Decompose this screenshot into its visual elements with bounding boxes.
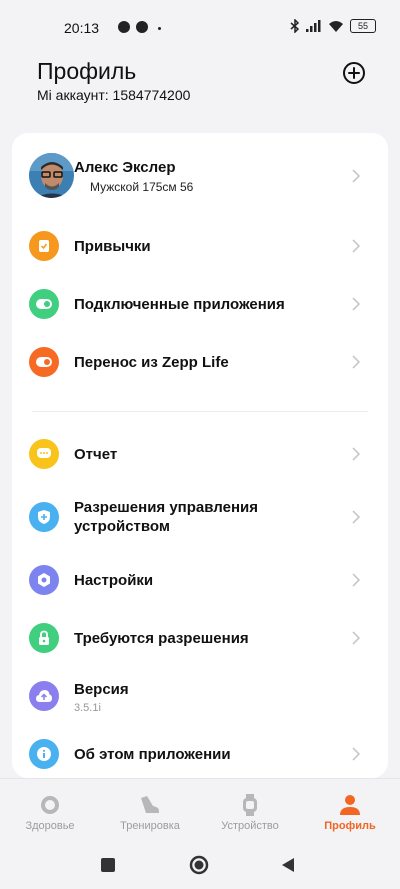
chevron-right-icon [352, 239, 361, 253]
menu-label: Перенос из Zepp Life [74, 354, 229, 371]
shield-icon [29, 502, 59, 532]
recents-button[interactable] [101, 858, 115, 872]
menu-label: Отчет [74, 446, 118, 463]
person-icon [340, 795, 360, 815]
tab-health[interactable]: Здоровье [0, 779, 100, 843]
menu-item-zepp-life-transfer[interactable]: Перенос из Zepp Life [12, 333, 388, 391]
chevron-right-icon [352, 510, 361, 524]
transfer-icon [29, 347, 59, 377]
health-icon [41, 796, 59, 814]
tab-device[interactable]: Устройство [200, 779, 300, 843]
watch-icon [243, 794, 257, 816]
menu-item-habits[interactable]: Привычки [12, 217, 388, 275]
tab-label: Тренировка [120, 820, 180, 832]
chevron-right-icon [352, 169, 361, 183]
chevron-right-icon [352, 573, 361, 587]
menu-item-report[interactable]: Отчет [12, 425, 388, 483]
gear-icon [29, 565, 59, 595]
menu-label: Требуются разрешения [74, 630, 249, 647]
menu-item-device-permissions[interactable]: Разрешения управления устройством [12, 483, 388, 551]
section-divider [32, 411, 368, 412]
user-details: Мужской 175см 56 [90, 180, 194, 194]
tab-label: Устройство [221, 820, 279, 832]
tab-profile[interactable]: Профиль [300, 779, 400, 843]
chevron-right-icon [352, 297, 361, 311]
battery-indicator: 55 [350, 19, 376, 33]
back-button[interactable] [281, 857, 295, 873]
avatar [29, 153, 74, 198]
system-navigation-bar [0, 842, 400, 889]
menu-item-about[interactable]: Об этом приложении [12, 725, 388, 778]
info-icon [29, 739, 59, 769]
page-title: Профиль [37, 58, 137, 84]
status-time: 20:13 [64, 20, 100, 36]
wifi-icon [329, 21, 343, 32]
cloud-upload-icon [29, 681, 59, 711]
habits-icon [29, 231, 59, 261]
user-name: Алекс Экслер [74, 159, 176, 176]
notification-icon [136, 21, 148, 33]
menu-label: Подключенные приложения [74, 296, 285, 313]
status-bar: 20:13 55 [0, 0, 400, 52]
menu-label: Настройки [74, 572, 154, 589]
chevron-right-icon [352, 631, 361, 645]
tab-label: Профиль [324, 820, 376, 832]
lock-icon [29, 623, 59, 653]
tab-workouts[interactable]: Тренировка [100, 779, 200, 843]
menu-item-settings[interactable]: Настройки [12, 551, 388, 609]
report-icon [29, 439, 59, 469]
menu-label: Версия [74, 681, 129, 698]
bluetooth-icon [290, 19, 300, 33]
bottom-navigation: Здоровье Тренировка Устройство Профиль [0, 778, 400, 843]
menu-label: Разрешения управления устройством [74, 499, 258, 535]
more-notifications-icon [158, 27, 161, 30]
version-number: 3.5.1i [74, 702, 101, 714]
menu-item-permissions-required[interactable]: Требуются разрешения [12, 609, 388, 667]
user-profile-row[interactable]: Алекс Экслер Мужской 175см 56 [12, 133, 388, 217]
notification-icon [118, 21, 130, 33]
profile-menu-card: Алекс Экслер Мужской 175см 56 Привычки П… [12, 133, 388, 778]
chevron-right-icon [352, 447, 361, 461]
mi-account-id: Mi аккаунт: 1584774200 [37, 87, 191, 103]
chevron-right-icon [352, 747, 361, 761]
add-button[interactable] [342, 61, 366, 85]
menu-label: Привычки [74, 238, 151, 255]
status-icons: 55 [290, 19, 376, 33]
menu-label: Об этом приложении [74, 746, 231, 763]
cellular-signal-icon [306, 20, 321, 32]
connected-apps-icon [29, 289, 59, 319]
menu-item-connected-apps[interactable]: Подключенные приложения [12, 275, 388, 333]
shoe-icon [141, 796, 159, 813]
home-button[interactable] [189, 855, 209, 875]
tab-label: Здоровье [25, 820, 75, 832]
chevron-right-icon [352, 355, 361, 369]
menu-item-version[interactable]: Версия 3.5.1i [12, 667, 388, 725]
